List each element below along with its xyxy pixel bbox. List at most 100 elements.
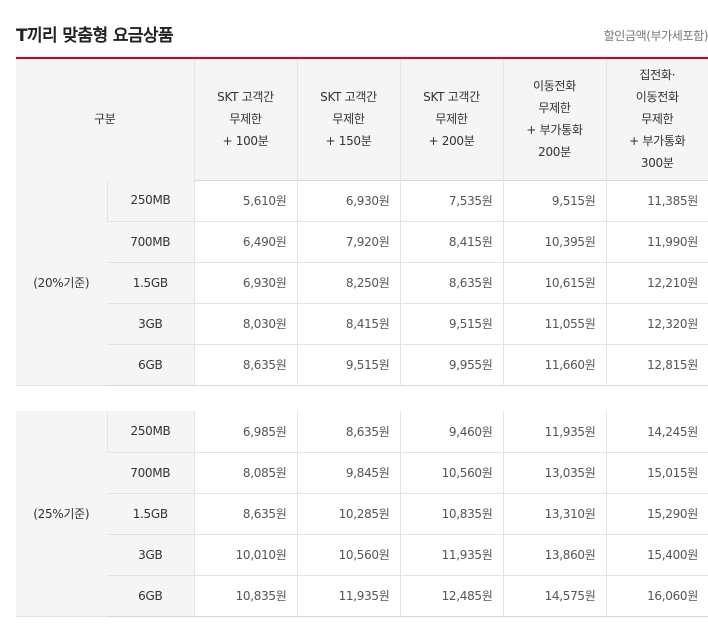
price-cell: 11,935원 bbox=[399, 534, 503, 576]
plan-header-1: SKT 고객간무제한 + 100분 bbox=[193, 59, 297, 181]
plan-header-line: 200분 bbox=[538, 145, 571, 160]
price-cell: 9,955원 bbox=[399, 344, 503, 386]
price-cell: 8,635원 bbox=[296, 411, 400, 453]
price-cell: 15,400원 bbox=[605, 534, 708, 576]
price-cell: 10,835원 bbox=[193, 575, 297, 617]
price-cell: 14,575원 bbox=[502, 575, 606, 617]
price-cell: 11,935원 bbox=[502, 411, 606, 453]
price-cell: 10,835원 bbox=[399, 493, 503, 535]
table-row: 6GB 10,835원 11,935원 12,485원 14,575원 16,060원 bbox=[16, 575, 708, 617]
plan-header-line: 무제한 bbox=[538, 101, 571, 116]
price-cell: 14,245원 bbox=[605, 411, 708, 453]
data-cap-label: 3GB bbox=[107, 303, 194, 345]
price-cell: 13,035원 bbox=[502, 452, 606, 494]
price-cell: 10,560원 bbox=[296, 534, 400, 576]
data-cap-label: 700MB bbox=[107, 452, 194, 494]
price-cell: 12,815원 bbox=[605, 344, 708, 386]
price-cell: 10,010원 bbox=[193, 534, 297, 576]
table-row: (20%기준) 250MB 5,610원 6,930원 7,535원 9,515원 11,3… bbox=[16, 180, 708, 386]
plan-header-line: SKT 고객간 bbox=[423, 90, 480, 105]
price-cell: 11,055원 bbox=[502, 303, 606, 345]
price-cell: 13,310원 bbox=[502, 493, 606, 535]
price-cell: 9,515원 bbox=[296, 344, 400, 386]
price-cell: 8,030원 bbox=[193, 303, 297, 345]
price-cell: 8,250원 bbox=[296, 262, 400, 304]
price-cell: 8,085원 bbox=[193, 452, 297, 494]
plan-header-table: 구분 SKT 고객간 무제한 + 100분 SKT 고객간 무제한 + 150분 SKT 고… bbox=[16, 59, 708, 181]
plan-header-line: 집전화· bbox=[639, 68, 676, 83]
plan-header-line: + 100분 bbox=[222, 134, 269, 149]
table-row: 700MB 8,085원 9,845원 10,560원 13,035원 15,015원 bbox=[16, 452, 708, 494]
section-gap bbox=[16, 386, 708, 411]
header-row: 구분 SKT 고객간 무제한 + 100분 SKT 고객간 무제한 + 150분 SKT 고… bbox=[16, 59, 708, 181]
discount-basis-label: (25%기준) bbox=[16, 411, 107, 617]
plan-header-line: 무제한 bbox=[229, 112, 262, 127]
price-cell: 9,460원 bbox=[399, 411, 503, 453]
price-cell: 15,290원 bbox=[605, 493, 708, 535]
data-cap-label: 1.5GB bbox=[107, 262, 194, 304]
plan-header-line: 무제한 bbox=[641, 112, 674, 127]
price-cell: 7,920원 bbox=[296, 221, 400, 263]
price-cell: 10,615원 bbox=[502, 262, 606, 304]
price-cell: 5,610원 bbox=[193, 180, 297, 222]
data-cap-label: 6GB bbox=[107, 575, 194, 617]
price-cell: 6,490원 bbox=[193, 221, 297, 263]
data-cap-label: 250MB bbox=[106, 411, 194, 453]
plan-header-line: SKT 고객간 bbox=[217, 90, 274, 105]
data-cap-label: 1.5GB bbox=[107, 493, 194, 535]
plan-header-line: + 150분 bbox=[325, 134, 372, 149]
plan-header-line: 무제한 bbox=[332, 112, 365, 127]
plan-header-4: 이동전화무제한 + 부가통화 200분 bbox=[502, 59, 606, 181]
price-cell: 9,515원 bbox=[399, 303, 503, 345]
price-cell: 11,935원 bbox=[296, 575, 400, 617]
price-cell: 6,985원 bbox=[193, 411, 297, 453]
plan-header-line: 300분 bbox=[640, 156, 674, 171]
price-cell: 11,660원 bbox=[502, 344, 606, 386]
price-cell: 8,635원 bbox=[193, 493, 297, 535]
price-note: 할인금액(부가세포함) bbox=[603, 29, 708, 43]
plan-header-line: + 부가통화 bbox=[629, 134, 686, 149]
price-cell: 10,560원 bbox=[399, 452, 503, 494]
data-cap-label: 250MB bbox=[106, 180, 194, 222]
price-cell: 15,015원 bbox=[605, 452, 708, 494]
plan-header-line: + 200분 bbox=[428, 134, 475, 149]
table-row: 1.5GB 8,635원 10,285원 10,835원 13,310원 15,290원 bbox=[16, 493, 708, 535]
price-cell: 7,535원 bbox=[399, 180, 503, 222]
plan-header-5: 집전화· 이동전화무제한 + 부가통화 300분 bbox=[605, 59, 708, 181]
table-row: 6GB 8,635원 9,515원 9,955원 11,660원 12,815원 bbox=[16, 344, 708, 386]
price-cell: 8,635원 bbox=[193, 344, 297, 386]
plan-header-line: 무제한 bbox=[435, 112, 468, 127]
table-row: (25%기준) 250MB 6,985원 8,635원 9,460원 11,935원 14,… bbox=[16, 411, 708, 617]
plan-header-line: SKT 고객간 bbox=[320, 90, 377, 105]
table-row: 3GB 8,030원 8,415원 9,515원 11,055원 12,320원 bbox=[16, 303, 708, 345]
price-cell: 8,415원 bbox=[296, 303, 400, 345]
table-row: 1.5GB 6,930원 8,250원 8,635원 10,615원 12,210원 bbox=[16, 262, 708, 304]
price-cell: 9,845원 bbox=[296, 452, 400, 494]
price-cell: 12,210원 bbox=[605, 262, 708, 304]
price-cell: 9,515원 bbox=[502, 180, 606, 222]
price-cell: 6,930원 bbox=[193, 262, 297, 304]
discount-20-table: (20%기준) 250MB 5,610원 6,930원 7,535원 9,515원 11,3… bbox=[16, 180, 708, 386]
price-cell: 8,415원 bbox=[399, 221, 503, 263]
price-cell: 11,385원 bbox=[605, 180, 708, 222]
plan-header-line: 이동전화 bbox=[635, 90, 679, 105]
price-cell: 10,395원 bbox=[502, 221, 606, 263]
table-row: 3GB 10,010원 10,560원 11,935원 13,860원 15,400원 bbox=[16, 534, 708, 576]
price-cell: 16,060원 bbox=[605, 575, 708, 617]
discount-25-table: (25%기준) 250MB 6,985원 8,635원 9,460원 11,935원 14,… bbox=[16, 411, 708, 617]
price-cell: 8,635원 bbox=[399, 262, 503, 304]
plan-header-2: SKT 고객간무제한 + 150분 bbox=[296, 59, 400, 181]
table-row: 700MB 6,490원 7,920원 8,415원 10,395원 11,990원 bbox=[16, 221, 708, 263]
data-cap-label: 6GB bbox=[107, 344, 194, 386]
price-cell: 11,990원 bbox=[605, 221, 708, 263]
page-title: T끼리 맞춤형 요금상품 bbox=[16, 26, 174, 46]
price-cell: 12,320원 bbox=[605, 303, 708, 345]
price-cell: 6,930원 bbox=[296, 180, 400, 222]
price-cell: 13,860원 bbox=[502, 534, 606, 576]
plan-header-3: SKT 고객간무제한 + 200분 bbox=[399, 59, 503, 181]
price-cell: 10,285원 bbox=[296, 493, 400, 535]
header-category: 구분 bbox=[16, 59, 194, 181]
plan-header-line: 이동전화 bbox=[533, 79, 576, 94]
plan-header-line: + 부가통화 bbox=[526, 123, 583, 138]
data-cap-label: 700MB bbox=[107, 221, 194, 263]
